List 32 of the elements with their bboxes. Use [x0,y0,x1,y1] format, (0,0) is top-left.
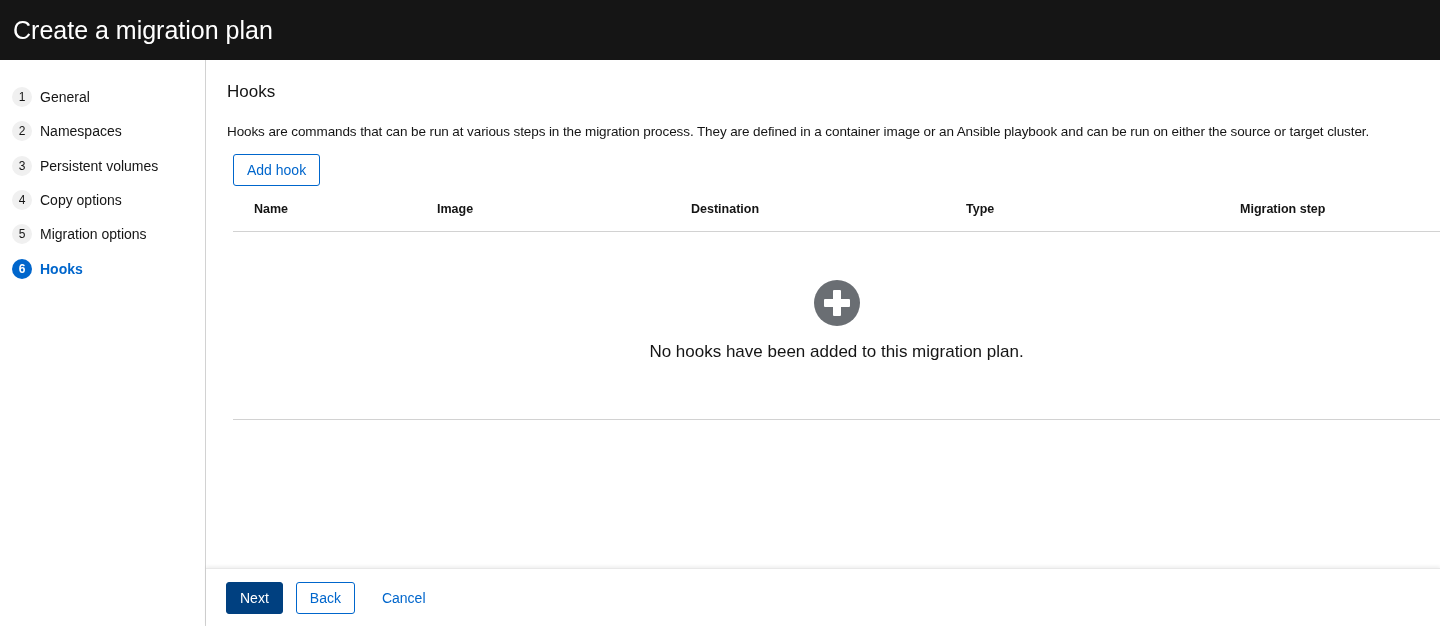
add-circle-icon [813,279,860,326]
step-number: 3 [12,155,32,176]
column-header: Name [254,201,290,216]
step-label: Copy options [40,192,122,209]
step-number: 2 [12,121,32,142]
step-label: Persistent volumes [40,157,159,174]
column-header: Type [966,201,996,216]
page-title: Create a migration plan [13,15,273,45]
wizard-step[interactable]: 4 Copy options [12,182,193,218]
step-number: 1 [12,87,32,108]
footer-button[interactable]: Next [226,581,283,614]
empty-state-message: No hooks have been added to this migration plan. [649,341,1024,362]
footer-button[interactable]: Back [295,581,355,614]
footer-button[interactable]: Cancel [367,581,440,614]
wizard-step[interactable]: 2 Namespaces [12,114,193,149]
step-label: Hooks [40,260,83,277]
wizard-step[interactable]: 6 Hooks [12,251,193,286]
wizard-step[interactable]: 5 Migration options [12,217,193,252]
wizard-step[interactable]: 1 General [12,80,193,115]
step-number: 5 [12,224,32,245]
section-title: Hooks [227,82,277,102]
section-description: Hooks are commands that can be run at various steps in the migration process. They are defined in a container image or an Ansible playbook and can be run on either the source or target cluster. [227,124,1371,139]
wizard-step[interactable]: 3 Persistent volumes [12,148,193,183]
step-label: Migration options [40,226,147,243]
add-hook-button[interactable]: Add hook [233,154,321,186]
step-label: General [40,89,90,106]
column-header: Destination [691,201,761,216]
column-header: Image [437,201,475,216]
step-number: 6 [12,258,32,279]
step-label: Namespaces [40,123,122,140]
column-header: Migration step [1240,201,1327,216]
step-number: 4 [12,190,32,211]
